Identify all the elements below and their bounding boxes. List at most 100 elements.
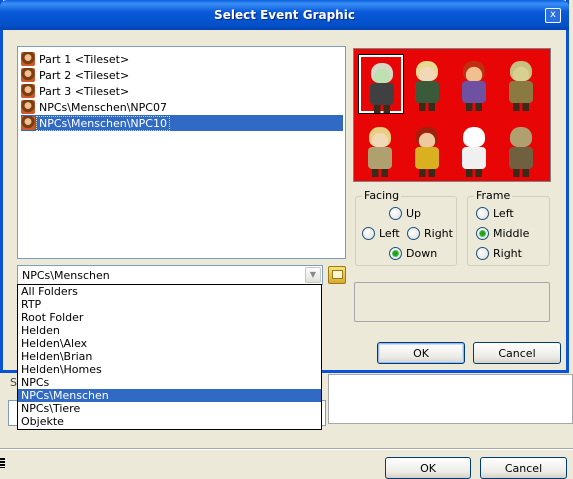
cancel-button[interactable]: Cancel	[473, 342, 561, 364]
sprite-head	[510, 127, 532, 147]
file-list-item-label: NPCs\Menschen\NPC07	[39, 100, 167, 114]
sprite-head	[369, 127, 391, 147]
facing-radio-right[interactable]: Right	[407, 226, 453, 240]
file-list-item[interactable]: Part 1 <Tileset>	[21, 51, 131, 67]
title-bar[interactable]: Select Event Graphic x	[0, 0, 569, 30]
background-cancel-button[interactable]: Cancel	[480, 457, 567, 479]
sprite-legs	[374, 105, 390, 113]
folder-browse-icon[interactable]	[328, 266, 346, 284]
frame-radio-middle[interactable]: Middle	[476, 226, 529, 240]
character-sprite-icon	[21, 116, 35, 130]
file-list-item[interactable]: NPCs\Menschen\NPC10	[21, 115, 343, 131]
graphic-file-list[interactable]: Part 1 <Tileset> Part 2 <Tileset> Part 3 <…	[17, 46, 346, 259]
radio-button-icon	[389, 206, 402, 220]
crossed-swords-sprite[interactable]	[500, 121, 544, 179]
folder-option[interactable]: Helden\Alex	[18, 337, 321, 350]
folder-option[interactable]: Helden\Brian	[18, 350, 321, 363]
sprite-body	[368, 147, 392, 169]
character-sprite-icon	[21, 100, 35, 114]
sprite-head	[463, 127, 485, 147]
red-haired-mage-sprite[interactable]	[406, 121, 450, 179]
sprite-body	[415, 147, 439, 169]
sprite-legs	[419, 103, 435, 111]
frame-right-label: Right	[493, 246, 522, 260]
blonde-girl-sprite[interactable]	[406, 55, 450, 113]
folder-dropdown-list[interactable]: All Folders RTP Root Folder Helden Helden\Al…	[17, 284, 322, 430]
sprite-legs	[372, 169, 388, 177]
frame-radio-left[interactable]: Left	[476, 206, 514, 220]
file-list-item-label: Part 1 <Tileset>	[39, 52, 130, 66]
sprite-body	[370, 83, 394, 105]
sprite-legs	[419, 169, 435, 177]
sprite-body	[462, 81, 486, 103]
chevron-down-icon[interactable]: ▼	[305, 267, 321, 283]
radio-button-icon	[407, 226, 420, 240]
grip-icon	[0, 458, 5, 468]
radio-button-icon	[476, 246, 489, 260]
facing-group: Facing Up Left Right Down	[355, 189, 457, 266]
ok-button[interactable]: OK	[377, 342, 465, 364]
folder-option[interactable]: Helden\Homes	[18, 363, 321, 376]
background-ok-button[interactable]: OK	[385, 457, 471, 479]
frame-middle-label: Middle	[493, 226, 530, 240]
radio-button-icon	[476, 206, 489, 220]
frame-radio-right[interactable]: Right	[476, 246, 522, 260]
facing-down-label: Down	[406, 246, 438, 260]
folder-option[interactable]: Objekte	[18, 415, 321, 428]
facing-radio-left[interactable]: Left	[362, 226, 400, 240]
facing-left-label: Left	[379, 226, 400, 240]
background-separator-highlight	[0, 449, 573, 450]
ghost-sprite[interactable]	[453, 121, 497, 179]
close-icon[interactable]: x	[545, 8, 561, 23]
folder-option[interactable]: Helden	[18, 324, 321, 337]
radio-button-icon	[476, 226, 489, 240]
folder-select[interactable]: NPCs\Menschen ▼	[17, 265, 323, 285]
file-list-item-label: Part 3 <Tileset>	[39, 84, 130, 98]
character-sprite-icon	[21, 52, 35, 66]
background-box	[328, 374, 573, 424]
facing-group-label: Facing	[362, 189, 402, 202]
sprite-head	[371, 63, 393, 83]
facing-up-label: Up	[406, 206, 422, 220]
sprite-head	[416, 127, 438, 147]
folder-option[interactable]: NPCs	[18, 376, 321, 389]
facing-radio-down[interactable]: Down	[389, 246, 437, 260]
sprite-head	[416, 61, 438, 81]
sprite-legs	[466, 103, 482, 111]
file-list-item-label: Part 2 <Tileset>	[39, 68, 130, 82]
radio-button-icon	[362, 226, 375, 240]
folder-option[interactable]: RTP	[18, 298, 321, 311]
sprite-preview[interactable]	[353, 48, 551, 182]
goblin-sprite[interactable]	[500, 55, 544, 113]
blonde-boy-sprite[interactable]	[359, 121, 403, 179]
sprite-body	[415, 81, 439, 103]
folder-option[interactable]: All Folders	[18, 285, 321, 298]
sprite-legs	[513, 103, 529, 111]
red-haired-warrior-sprite[interactable]	[453, 55, 497, 113]
sprite-legs	[513, 169, 529, 177]
sprite-body	[509, 81, 533, 103]
folder-option[interactable]: NPCs\Tiere	[18, 402, 321, 415]
file-list-item[interactable]: Part 3 <Tileset>	[21, 83, 131, 99]
sprite-head	[463, 61, 485, 81]
file-list-item[interactable]: NPCs\Menschen\NPC07	[21, 99, 169, 115]
file-list-item-label: NPCs\Menschen\NPC10	[36, 115, 170, 131]
pale-old-man-sprite[interactable]	[358, 54, 404, 114]
folder-option[interactable]: NPCs\Menschen	[18, 389, 321, 402]
frame-left-label: Left	[493, 206, 514, 220]
sprite-legs	[466, 169, 482, 177]
sprite-body	[462, 147, 486, 169]
frame-group-label: Frame	[474, 189, 513, 202]
background-label: S	[10, 376, 17, 389]
graphic-info-box	[354, 282, 550, 322]
frame-group: Frame Left Middle Right	[467, 189, 550, 266]
dialog-title: Select Event Graphic	[214, 8, 355, 22]
facing-right-label: Right	[424, 226, 453, 240]
facing-radio-up[interactable]: Up	[389, 206, 421, 220]
folder-option[interactable]: Root Folder	[18, 311, 321, 324]
file-list-item[interactable]: Part 2 <Tileset>	[21, 67, 131, 83]
folder-select-value: NPCs\Menschen	[22, 269, 110, 282]
sprite-body	[509, 147, 533, 169]
character-sprite-icon	[21, 84, 35, 98]
sprite-head	[510, 61, 532, 81]
